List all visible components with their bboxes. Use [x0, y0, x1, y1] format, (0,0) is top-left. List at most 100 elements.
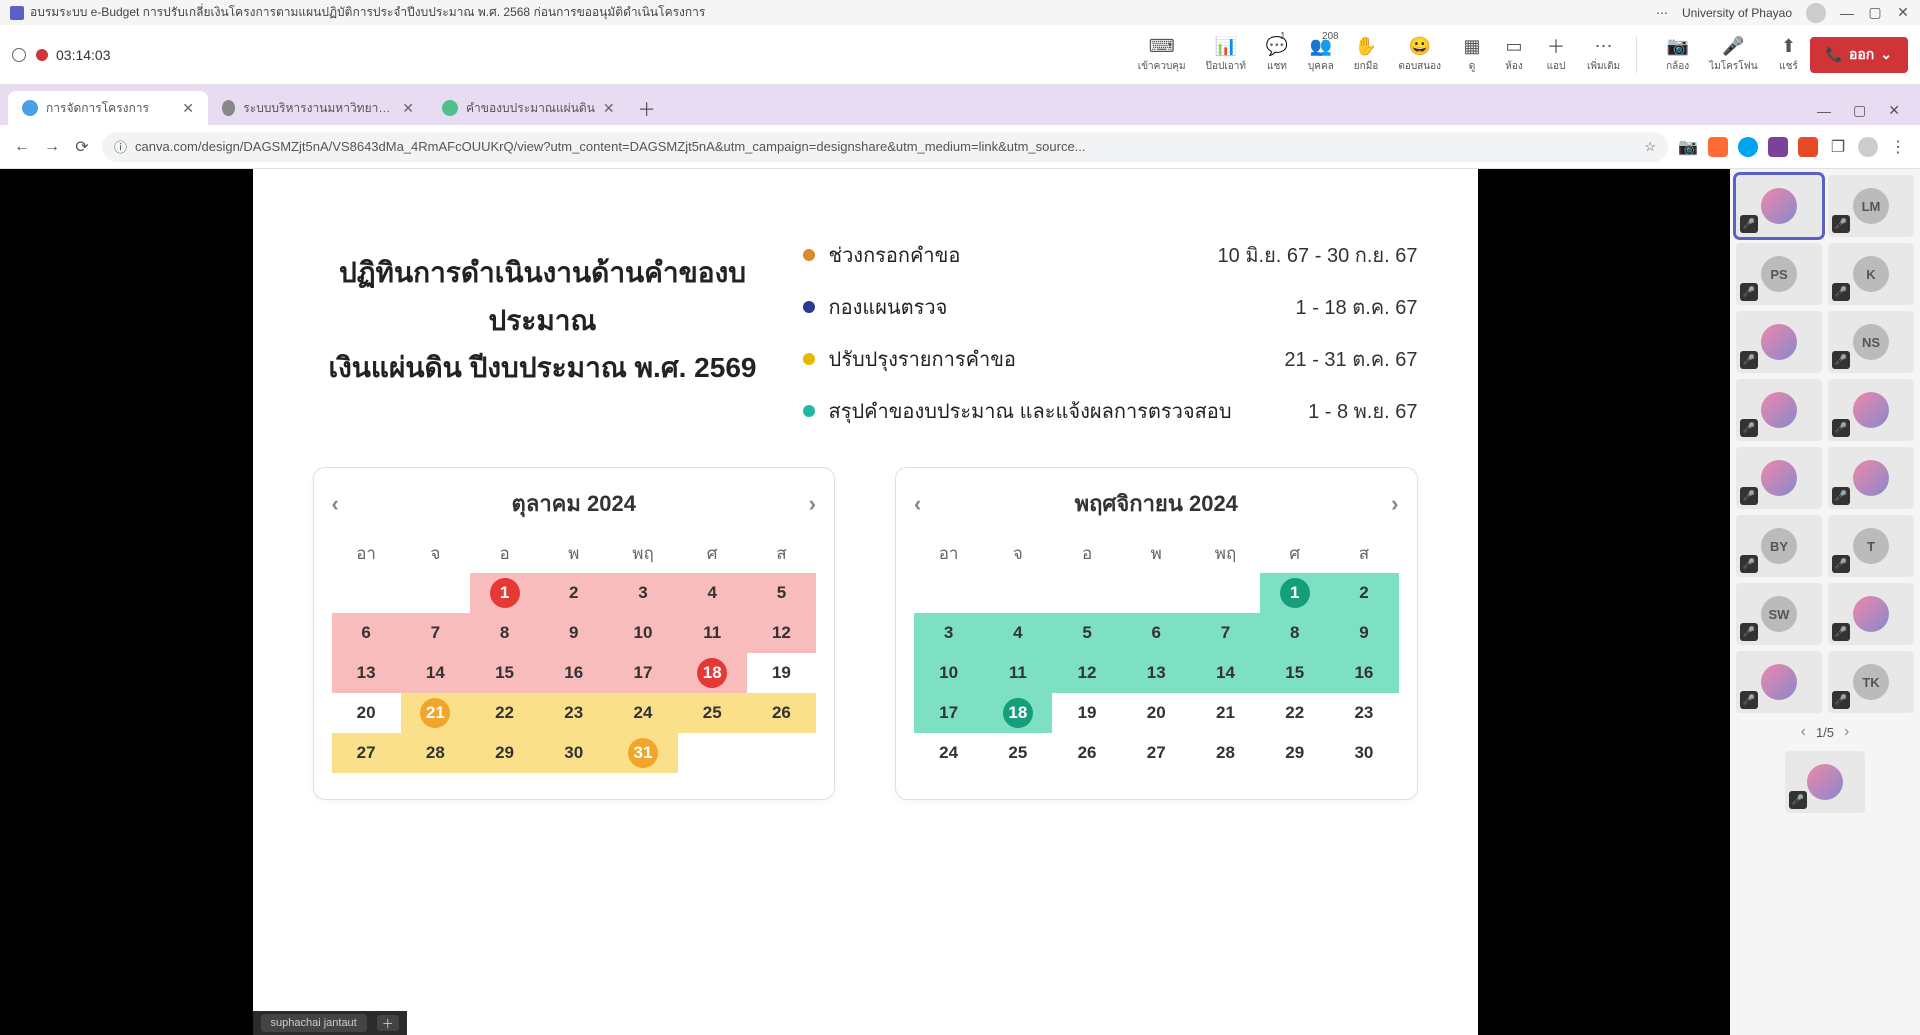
- cal-day[interactable]: 16: [539, 653, 608, 693]
- ext-icon-1[interactable]: [1708, 137, 1728, 157]
- cal-day[interactable]: 14: [401, 653, 470, 693]
- cal-day[interactable]: 31: [608, 733, 677, 773]
- cal-day[interactable]: 9: [1329, 613, 1398, 653]
- cal-day[interactable]: 15: [1260, 653, 1329, 693]
- cal-day[interactable]: 5: [747, 573, 816, 613]
- participant-tile[interactable]: 🎤: [1736, 379, 1822, 441]
- cal-day[interactable]: 11: [678, 613, 747, 653]
- participant-tile[interactable]: 🎤: [1828, 447, 1914, 509]
- cal-day[interactable]: 17: [914, 693, 983, 733]
- user-avatar[interactable]: [1806, 3, 1826, 23]
- add-page-button[interactable]: ＋: [377, 1015, 399, 1031]
- browser-profile-icon[interactable]: [1858, 137, 1878, 157]
- cal-day[interactable]: 25: [983, 733, 1052, 773]
- cal-day[interactable]: 8: [470, 613, 539, 653]
- cal-day[interactable]: 26: [747, 693, 816, 733]
- cal-day[interactable]: 22: [1260, 693, 1329, 733]
- cal-day[interactable]: 20: [1122, 693, 1191, 733]
- cal-day[interactable]: 3: [608, 573, 677, 613]
- pager-next-icon[interactable]: ›: [1844, 723, 1849, 741]
- cal-day[interactable]: 24: [914, 733, 983, 773]
- cal-day[interactable]: 26: [1052, 733, 1121, 773]
- cal-day[interactable]: 17: [608, 653, 677, 693]
- site-info-icon[interactable]: ⓘ: [114, 137, 127, 156]
- participant-tile[interactable]: 🎤: [1828, 583, 1914, 645]
- participant-tile[interactable]: NS🎤: [1828, 311, 1914, 373]
- toolbar-8[interactable]: ＋แอป: [1545, 35, 1567, 74]
- browser-close-icon[interactable]: ✕: [1888, 102, 1900, 119]
- cal-day[interactable]: 29: [470, 733, 539, 773]
- pager-prev-icon[interactable]: ‹: [1801, 723, 1806, 741]
- cal-day[interactable]: 15: [470, 653, 539, 693]
- ext-icon-3[interactable]: [1768, 137, 1788, 157]
- cal-day[interactable]: 28: [401, 733, 470, 773]
- toolbar-2[interactable]: 💬1แชท: [1266, 35, 1288, 74]
- cal-day[interactable]: 23: [539, 693, 608, 733]
- toolbar-4[interactable]: ✋ยกมือ: [1354, 35, 1379, 74]
- tab-close-icon[interactable]: ✕: [603, 100, 615, 117]
- cal-day[interactable]: 7: [401, 613, 470, 653]
- cal-day[interactable]: 30: [1329, 733, 1398, 773]
- cal-day[interactable]: 20: [332, 693, 401, 733]
- cal-day[interactable]: 28: [1191, 733, 1260, 773]
- tab-close-icon[interactable]: ✕: [402, 100, 414, 117]
- cal-day[interactable]: 29: [1260, 733, 1329, 773]
- cal-day[interactable]: 27: [1122, 733, 1191, 773]
- cal-day[interactable]: 2: [1329, 573, 1398, 613]
- cal-day[interactable]: [1122, 573, 1191, 613]
- ext-icon-4[interactable]: [1798, 137, 1818, 157]
- cal-day[interactable]: 1: [470, 573, 539, 613]
- reload-icon[interactable]: ⟳: [72, 137, 92, 157]
- cal-day[interactable]: 13: [1122, 653, 1191, 693]
- participant-tile[interactable]: K🎤: [1828, 243, 1914, 305]
- cal-day[interactable]: 25: [678, 693, 747, 733]
- cal-day[interactable]: 12: [747, 613, 816, 653]
- extensions-icon[interactable]: ❐: [1828, 137, 1848, 157]
- cal-day[interactable]: [914, 573, 983, 613]
- cal-day[interactable]: 21: [401, 693, 470, 733]
- ext-icon-2[interactable]: [1738, 137, 1758, 157]
- toolbar-7[interactable]: ▭ห้อง: [1503, 35, 1525, 74]
- cal-day[interactable]: [747, 733, 816, 773]
- browser-minimize-icon[interactable]: —: [1817, 103, 1831, 119]
- participant-tile[interactable]: 🎤: [1736, 175, 1822, 237]
- toolbar-1[interactable]: 📊ป๊อปเอาท์: [1206, 35, 1246, 74]
- participant-tile[interactable]: 🎤: [1736, 651, 1822, 713]
- participant-tile[interactable]: T🎤: [1828, 515, 1914, 577]
- participant-tile[interactable]: PS🎤: [1736, 243, 1822, 305]
- address-bar[interactable]: ⓘ canva.com/design/DAGSMZjt5nA/VS8643dMa…: [102, 132, 1668, 162]
- cal-day[interactable]: 23: [1329, 693, 1398, 733]
- cal-day[interactable]: 3: [914, 613, 983, 653]
- back-icon[interactable]: ←: [12, 137, 32, 157]
- cal-day[interactable]: 27: [332, 733, 401, 773]
- leave-button[interactable]: 📞 ออก ⌄: [1810, 37, 1908, 73]
- toolbar-9[interactable]: ⋯เพิ่มเติม: [1587, 35, 1620, 74]
- cal-day[interactable]: 19: [1052, 693, 1121, 733]
- participant-tile[interactable]: BY🎤: [1736, 515, 1822, 577]
- new-tab-button[interactable]: ＋: [633, 95, 661, 123]
- star-icon[interactable]: ☆: [1644, 139, 1656, 155]
- camera-ext-icon[interactable]: 📷: [1678, 137, 1698, 157]
- toolbar-5[interactable]: 😀ตอบสนอง: [1398, 35, 1441, 74]
- camera-toggle[interactable]: 📷 กล้อง: [1666, 35, 1689, 74]
- window-close-icon[interactable]: ✕: [1896, 6, 1910, 20]
- cal-day[interactable]: [678, 733, 747, 773]
- cal-day[interactable]: 6: [1122, 613, 1191, 653]
- cal-day[interactable]: [1191, 573, 1260, 613]
- participant-tile[interactable]: SW🎤: [1736, 583, 1822, 645]
- browser-restore-icon[interactable]: ▢: [1853, 102, 1866, 119]
- browser-tab[interactable]: การจัดการโครงการ ✕: [8, 91, 208, 125]
- cal-day[interactable]: [983, 573, 1052, 613]
- cal-day[interactable]: 12: [1052, 653, 1121, 693]
- cal-day[interactable]: 4: [678, 573, 747, 613]
- cal-day[interactable]: 2: [539, 573, 608, 613]
- cal-day[interactable]: 16: [1329, 653, 1398, 693]
- cal-next-icon[interactable]: ›: [809, 491, 816, 517]
- tab-close-icon[interactable]: ✕: [182, 100, 194, 117]
- window-restore-icon[interactable]: ▢: [1868, 6, 1882, 20]
- forward-icon[interactable]: →: [42, 137, 62, 157]
- cal-prev-icon[interactable]: ‹: [914, 491, 921, 517]
- toolbar-6[interactable]: ▦ดู: [1461, 35, 1483, 74]
- cal-day[interactable]: 22: [470, 693, 539, 733]
- cal-day[interactable]: 18: [678, 653, 747, 693]
